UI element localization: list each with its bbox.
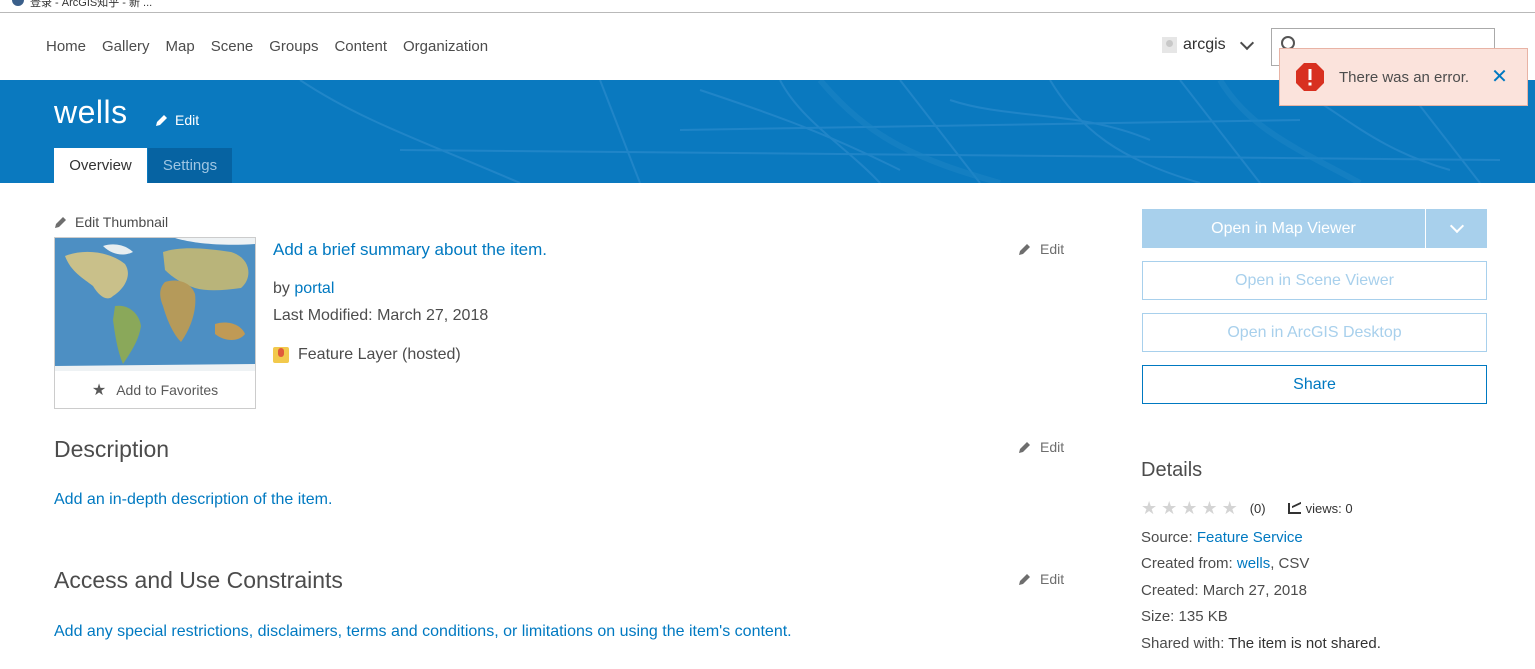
open-desktop-button[interactable]: Open in ArcGIS Desktop: [1142, 313, 1487, 352]
edit-thumbnail-button[interactable]: Edit Thumbnail: [54, 214, 168, 230]
tab-settings[interactable]: Settings: [148, 148, 232, 183]
description-edit-label: Edit: [1040, 439, 1065, 455]
feature-layer-icon: [273, 347, 289, 363]
detail-created-from: Created from: wells, CSV: [1141, 555, 1309, 572]
browser-tab-strip: 登录 - ArcGIS知乎 - 新 ...: [0, 0, 1535, 13]
tab-overview[interactable]: Overview: [54, 148, 147, 183]
item-type-label: Feature Layer (hosted): [298, 346, 461, 363]
detail-shared: Shared with: The item is not shared.: [1141, 635, 1381, 652]
pencil-icon: [156, 114, 167, 126]
created-from-label: Created from:: [1141, 555, 1233, 572]
open-scene-viewer-button[interactable]: Open in Scene Viewer: [1142, 261, 1487, 300]
source-label: Source:: [1141, 529, 1193, 546]
nav-links: Home Gallery Map Scene Groups Content Or…: [46, 38, 504, 55]
pencil-icon: [55, 216, 66, 228]
error-toast: There was an error. ✕: [1279, 48, 1528, 106]
chevron-down-icon: [1239, 35, 1254, 50]
views-label: views: 0: [1305, 500, 1353, 516]
size-value: 135 KB: [1178, 608, 1228, 625]
details-heading: Details: [1141, 459, 1203, 481]
error-icon: [1296, 63, 1324, 91]
nav-gallery[interactable]: Gallery: [102, 38, 150, 55]
thumbnail-image: [55, 238, 255, 371]
created-label: Created:: [1141, 582, 1199, 599]
rating-star-icon[interactable]: ★: [1161, 499, 1177, 517]
chart-icon: [1287, 502, 1301, 514]
rating-star-icon[interactable]: ★: [1181, 499, 1197, 517]
avatar: [1162, 37, 1177, 53]
last-modified-value: March 27, 2018: [377, 307, 489, 324]
summary-edit-button[interactable]: Edit: [1018, 241, 1064, 257]
star-icon: ★: [91, 382, 107, 399]
access-edit-button[interactable]: Edit: [1018, 571, 1064, 587]
rating-star-icon[interactable]: ★: [1222, 499, 1238, 517]
summary-edit-label: Edit: [1040, 241, 1065, 257]
rating-count: (0): [1249, 500, 1266, 516]
access-heading: Access and Use Constraints: [54, 567, 343, 593]
globe-icon: [12, 0, 24, 6]
description-edit-button[interactable]: Edit: [1018, 439, 1064, 455]
nav-scene[interactable]: Scene: [211, 38, 254, 55]
last-modified-line: Last Modified: March 27, 2018: [273, 307, 488, 325]
source-link[interactable]: Feature Service: [1197, 529, 1303, 546]
add-to-favorites-label: Add to Favorites: [116, 382, 219, 398]
size-label: Size:: [1141, 608, 1175, 625]
map-viewer-dropdown-button[interactable]: [1426, 209, 1487, 248]
summary-prompt-link[interactable]: Add a brief summary about the item.: [273, 240, 547, 260]
close-icon[interactable]: ✕: [1491, 67, 1508, 87]
nav-groups[interactable]: Groups: [269, 38, 318, 55]
nav-map[interactable]: Map: [166, 38, 195, 55]
title-edit-label: Edit: [175, 112, 200, 128]
by-label: by: [273, 280, 290, 297]
user-menu[interactable]: arcgis: [1162, 35, 1254, 54]
detail-created: Created: March 27, 2018: [1141, 582, 1307, 599]
created-from-link[interactable]: wells: [1237, 555, 1270, 572]
browser-tab-title[interactable]: 登录 - ArcGIS知乎 - 新 ...: [30, 0, 152, 10]
open-map-viewer-button[interactable]: Open in Map Viewer: [1142, 209, 1425, 248]
pencil-icon: [1019, 441, 1030, 453]
rating-star-icon[interactable]: ★: [1141, 499, 1157, 517]
item-type: Feature Layer (hosted): [273, 346, 461, 364]
owner-link[interactable]: portal: [294, 280, 334, 297]
views-count: views: 0: [1287, 500, 1353, 516]
pencil-icon: [1019, 573, 1030, 585]
share-button[interactable]: Share: [1142, 365, 1487, 404]
edit-thumbnail-label: Edit Thumbnail: [75, 214, 169, 230]
rating-star-icon[interactable]: ★: [1201, 499, 1217, 517]
nav-home[interactable]: Home: [46, 38, 86, 55]
shared-value: The item is not shared.: [1228, 635, 1381, 652]
username: arcgis: [1183, 36, 1226, 53]
access-edit-label: Edit: [1040, 571, 1065, 587]
shared-label: Shared with:: [1141, 635, 1225, 652]
rating-row: ★ ★ ★ ★ ★ (0) views: 0: [1141, 499, 1353, 517]
nav-content[interactable]: Content: [334, 38, 387, 55]
description-heading: Description: [54, 436, 170, 462]
detail-source: Source: Feature Service: [1141, 529, 1303, 546]
owner-line: by portal: [273, 280, 334, 298]
access-prompt-link[interactable]: Add any special restrictions, disclaimer…: [54, 623, 792, 641]
error-message: There was an error.: [1339, 68, 1470, 86]
nav-organization[interactable]: Organization: [403, 38, 488, 55]
add-to-favorites-button[interactable]: ★ Add to Favorites: [55, 372, 255, 408]
created-from-type: , CSV: [1270, 555, 1310, 572]
item-title: wells: [54, 94, 128, 130]
created-value: March 27, 2018: [1202, 582, 1307, 599]
description-prompt-link[interactable]: Add an in-depth description of the item.: [54, 491, 332, 509]
last-modified-label: Last Modified:: [273, 307, 373, 324]
chevron-down-icon: [1449, 218, 1464, 234]
detail-size: Size: 135 KB: [1141, 608, 1228, 625]
title-edit-button[interactable]: Edit: [155, 112, 199, 128]
pencil-icon: [1019, 243, 1030, 255]
